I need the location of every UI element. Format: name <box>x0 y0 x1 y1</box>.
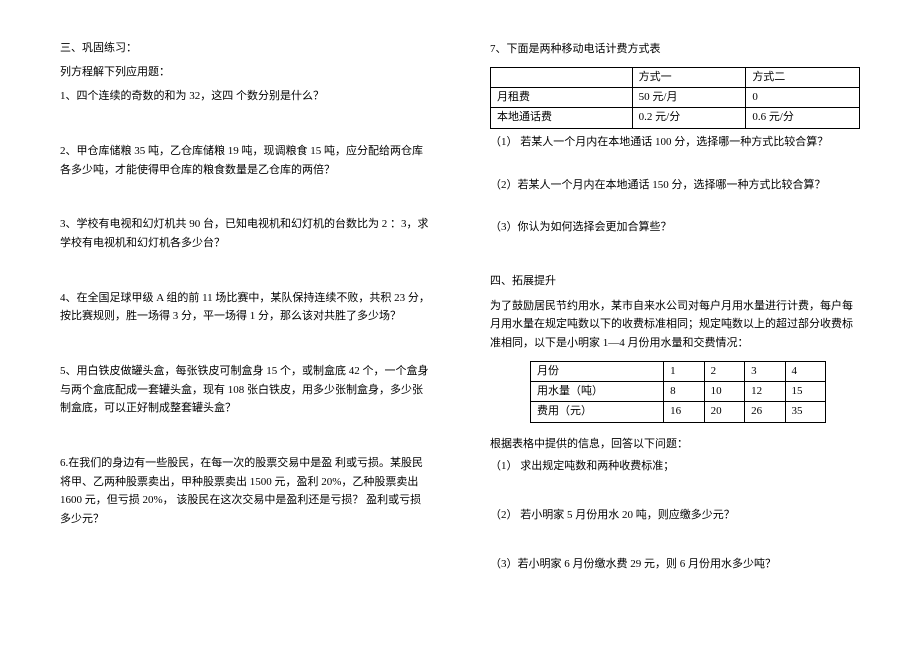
cell: 26 <box>745 402 785 422</box>
cell: 2 <box>704 361 744 381</box>
section-4-intro: 为了鼓励居民节约用水，某市自来水公司对每户月用水量进行计费，每户每月用水量在规定… <box>490 297 860 353</box>
cell: 月租费 <box>491 88 633 108</box>
cell: 0.6 元/分 <box>746 108 860 128</box>
cell: 12 <box>745 381 785 401</box>
cell: 方式一 <box>632 67 746 87</box>
cell: 20 <box>704 402 744 422</box>
problem-6: 6.在我们的身边有一些股民，在每一次的股票交易中是盈 利或亏损。某股民将甲、乙两… <box>60 454 430 529</box>
section-3-title: 三、巩固练习： <box>60 40 430 58</box>
table-row: 本地通话费 0.2 元/分 0.6 元/分 <box>491 108 860 128</box>
problem-2: 2、甲仓库储粮 35 吨，乙仓库储粮 19 吨，现调粮食 15 吨，应分配给两仓… <box>60 142 430 179</box>
table-row: 月份 1 2 3 4 <box>531 361 826 381</box>
phone-plan-table: 方式一 方式二 月租费 50 元/月 0 本地通话费 0.2 元/分 0.6 元… <box>490 67 860 129</box>
table-row: 月租费 50 元/月 0 <box>491 88 860 108</box>
list-heading: 列方程解下列应用题： <box>60 64 430 82</box>
cell: 0 <box>746 88 860 108</box>
cell: 月份 <box>531 361 664 381</box>
cell: 15 <box>785 381 825 401</box>
cell: 35 <box>785 402 825 422</box>
cell: 3 <box>745 361 785 381</box>
cell: 0.2 元/分 <box>632 108 746 128</box>
cell: 50 元/月 <box>632 88 746 108</box>
cell: 费用（元） <box>531 402 664 422</box>
water-usage-table: 月份 1 2 3 4 用水量（吨） 8 10 12 15 费用（元） 16 20… <box>530 361 826 423</box>
problem-3: 3、学校有电视和幻灯机共 90 台，已知电视机和幻灯机的台数比为 2 ：3，求学… <box>60 215 430 252</box>
section-4-q1: （1） 求出规定吨数和两种收费标准； <box>490 457 860 476</box>
section-4-after: 根据表格中提供的信息，回答以下问题： <box>490 435 860 454</box>
cell: 16 <box>664 402 704 422</box>
cell: 1 <box>664 361 704 381</box>
section-4-q3: （3）若小明家 6 月份缴水费 29 元，则 6 月份用水多少吨？ <box>490 555 860 574</box>
cell: 方式二 <box>746 67 860 87</box>
right-column: 7、下面是两种移动电话计费方式表 方式一 方式二 月租费 50 元/月 0 本地… <box>460 40 860 630</box>
problem-4: 4、在全国足球甲级 A 组的前 11 场比赛中，某队保持连续不败，共积 23 分… <box>60 289 430 326</box>
section-4-q2: （2） 若小明家 5 月份用水 20 吨，则应缴多少元？ <box>490 506 860 525</box>
table-row: 费用（元） 16 20 26 35 <box>531 402 826 422</box>
left-column: 三、巩固练习： 列方程解下列应用题： 1、四个连续的奇数的和为 32，这四 个数… <box>60 40 460 630</box>
cell: 用水量（吨） <box>531 381 664 401</box>
problem-7-q3: （3）你认为如何选择会更加合算些？ <box>490 218 860 237</box>
section-4-title: 四、拓展提升 <box>490 273 860 291</box>
cell: 4 <box>785 361 825 381</box>
problem-1: 1、四个连续的奇数的和为 32，这四 个数分别是什么？ <box>60 87 430 106</box>
cell: 10 <box>704 381 744 401</box>
problem-7-q2: （2）若某人一个月内在本地通话 150 分，选择哪一种方式比较合算？ <box>490 176 860 195</box>
table-row: 方式一 方式二 <box>491 67 860 87</box>
problem-7-q1: （1） 若某人一个月内在本地通话 100 分，选择哪一种方式比较合算？ <box>490 133 860 152</box>
cell <box>491 67 633 87</box>
cell: 本地通话费 <box>491 108 633 128</box>
problem-7-title: 7、下面是两种移动电话计费方式表 <box>490 40 860 59</box>
table-row: 用水量（吨） 8 10 12 15 <box>531 381 826 401</box>
cell: 8 <box>664 381 704 401</box>
problem-5: 5、用白铁皮做罐头盒，每张铁皮可制盒身 15 个，或制盒底 42 个，一个盒身与… <box>60 362 430 418</box>
